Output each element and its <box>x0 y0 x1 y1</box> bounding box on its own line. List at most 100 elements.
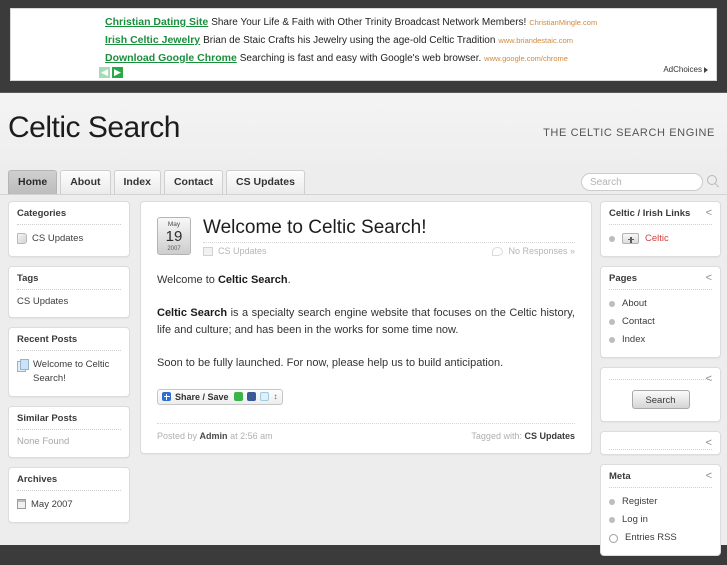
ad-row[interactable]: Irish Celtic Jewelry Brian de Staic Craf… <box>17 31 710 49</box>
calendar-icon <box>17 499 26 509</box>
page-label-about[interactable]: About <box>622 297 647 311</box>
nav-tab-index[interactable]: Index <box>113 170 161 194</box>
collapse-icon[interactable]: < <box>706 373 712 385</box>
widget-recent-posts: Recent Posts Welcome to Celtic Search! <box>8 327 130 397</box>
site-title[interactable]: Celtic Search <box>8 111 180 145</box>
post-article: May 19 2007 Welcome to Celtic Search! CS… <box>140 201 592 454</box>
pages-icon <box>17 359 29 372</box>
post-paragraph: Celtic Search is a specialty search engi… <box>157 307 575 336</box>
ad-title-link[interactable]: Download Google Chrome <box>105 52 237 64</box>
ad-description: Searching is fast and easy with Google's… <box>239 53 482 64</box>
addthis-plus-icon <box>162 392 171 401</box>
list-item[interactable]: May 2007 <box>17 496 121 514</box>
collapse-icon[interactable]: < <box>706 437 712 449</box>
archives-list: May 2007 <box>17 496 121 514</box>
post-meta: CS Updates No Responses » <box>203 242 575 256</box>
site-page: Celtic Search THE CELTIC SEARCH ENGINE H… <box>0 92 727 556</box>
page-label-index[interactable]: Index <box>622 333 645 347</box>
post-date-badge: May 19 2007 <box>157 217 191 255</box>
post-footer: Posted by Admin at 2:56 am Tagged with: … <box>157 422 575 441</box>
nav-tab-cs-updates[interactable]: CS Updates <box>226 170 305 194</box>
folder-icon <box>203 246 213 256</box>
share-more-icon[interactable]: ↕ <box>274 392 278 401</box>
header-search <box>581 173 721 191</box>
post-title[interactable]: Welcome to Celtic Search! <box>203 216 575 240</box>
widget-title-categories: Categories <box>17 208 121 225</box>
post-paragraph: Soon to be fully launched. For now, plea… <box>157 357 504 369</box>
sidebar-search-button[interactable]: Search <box>631 390 690 409</box>
share-save-widget[interactable]: Share / Save ↕ <box>157 388 283 405</box>
page-label-contact[interactable]: Contact <box>622 315 655 329</box>
bullet-icon <box>609 517 615 523</box>
widget-title-search: < <box>609 373 712 385</box>
widget-title-links-label: Celtic / Irish Links <box>609 208 691 219</box>
category-label[interactable]: CS Updates <box>32 232 83 246</box>
ad-title-link[interactable]: Irish Celtic Jewelry <box>105 34 200 46</box>
meta-list: Register Log in Entries RSS <box>609 493 712 547</box>
ad-prev-arrow-icon[interactable]: ◀ <box>99 67 110 79</box>
widget-blank: < <box>600 431 721 455</box>
widget-pages: Pages < About Contact Index <box>600 266 721 358</box>
share-save-label[interactable]: Share / Save <box>175 392 229 402</box>
expand-plus-icon[interactable] <box>622 233 639 244</box>
collapse-icon[interactable]: < <box>706 272 712 284</box>
ad-title-link[interactable]: Christian Dating Site <box>105 16 208 28</box>
list-item[interactable]: Entries RSS <box>609 529 712 547</box>
pages-list: About Contact Index <box>609 295 712 349</box>
tag-label[interactable]: CS Updates <box>17 295 121 309</box>
post-tag-value[interactable]: CS Updates <box>524 431 575 441</box>
ad-row[interactable]: Download Google Chrome Searching is fast… <box>17 49 710 67</box>
collapse-icon[interactable]: < <box>706 207 712 219</box>
main-navigation: Home About Index Contact CS Updates <box>0 166 727 195</box>
widget-title-recent-posts: Recent Posts <box>17 334 121 351</box>
post-category-label[interactable]: CS Updates <box>218 246 267 256</box>
archive-label[interactable]: May 2007 <box>31 498 73 512</box>
ad-next-arrow-icon[interactable]: ▶ <box>112 67 123 79</box>
list-item[interactable]: About <box>609 295 712 313</box>
post-date-day: 19 <box>165 228 183 245</box>
recent-posts-list: Welcome to Celtic Search! <box>17 356 121 388</box>
widget-title-similar-posts: Similar Posts <box>17 413 121 430</box>
nav-tab-home[interactable]: Home <box>8 170 58 194</box>
list-item[interactable]: Register <box>609 493 712 511</box>
widget-title-archives: Archives <box>17 474 121 491</box>
post-category[interactable]: CS Updates <box>203 246 267 256</box>
list-item[interactable]: CS Updates <box>17 230 121 248</box>
ad-pagination[interactable]: ◀ ▶ <box>99 66 125 79</box>
post-paragraph: Welcome to Celtic Search. <box>157 274 291 286</box>
recent-post-label[interactable]: Welcome to Celtic Search! <box>33 358 121 386</box>
list-item[interactable]: Contact <box>609 313 712 331</box>
nav-tab-about[interactable]: About <box>60 170 111 194</box>
list-item[interactable]: Index <box>609 331 712 349</box>
site-header: Celtic Search THE CELTIC SEARCH ENGINE <box>0 93 727 166</box>
search-icon[interactable] <box>707 175 721 189</box>
post-date-year: 2007 <box>167 246 181 252</box>
widget-title-blank: < <box>609 437 712 450</box>
meta-label-login[interactable]: Log in <box>622 513 648 527</box>
share-green-icon[interactable] <box>233 392 243 401</box>
post-author[interactable]: Admin <box>200 431 228 441</box>
list-item[interactable]: Log in <box>609 511 712 529</box>
widget-title-pages-label: Pages <box>609 273 637 284</box>
list-item[interactable]: Celtic <box>609 230 712 248</box>
post-responses-label[interactable]: No Responses » <box>508 246 575 256</box>
twitter-icon[interactable] <box>259 392 269 401</box>
list-item[interactable]: Welcome to Celtic Search! <box>17 356 121 388</box>
widget-search: < Search <box>600 367 721 422</box>
widget-meta: Meta < Register Log in Entries RSS <box>600 464 721 556</box>
facebook-icon[interactable] <box>246 392 256 401</box>
adchoices-link[interactable]: AdChoices <box>663 65 708 74</box>
link-label-celtic[interactable]: Celtic <box>645 232 669 246</box>
ad-banner: Christian Dating Site Share Your Life & … <box>10 8 717 81</box>
ad-url: ChristianMingle.com <box>529 18 598 27</box>
comment-bubble-icon <box>492 246 504 256</box>
search-input[interactable] <box>581 173 703 191</box>
meta-label-register[interactable]: Register <box>622 495 657 509</box>
ad-row[interactable]: Christian Dating Site Share Your Life & … <box>17 13 710 31</box>
collapse-icon[interactable]: < <box>706 470 712 482</box>
nav-tab-contact[interactable]: Contact <box>163 170 224 194</box>
post-responses[interactable]: No Responses » <box>492 246 575 256</box>
post-author-line: Posted by Admin at 2:56 am <box>157 431 273 441</box>
meta-label-entries-rss[interactable]: Entries RSS <box>625 531 677 545</box>
bullet-icon <box>609 236 615 242</box>
